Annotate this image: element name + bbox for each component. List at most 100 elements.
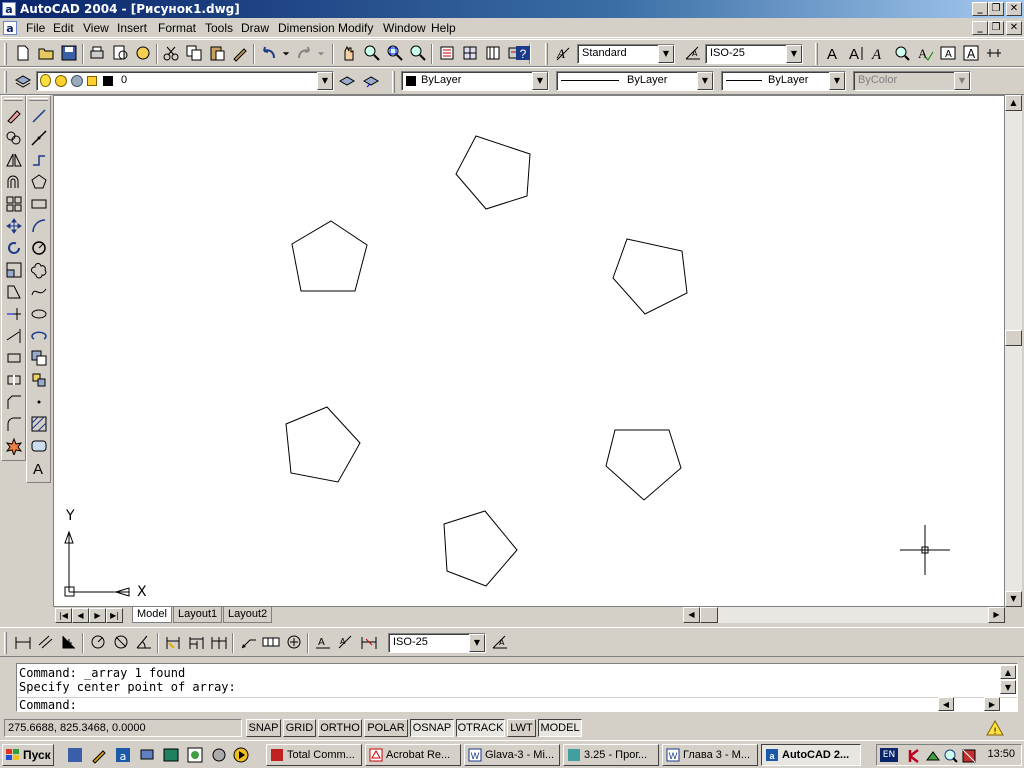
edit-text-icon[interactable]: A xyxy=(868,42,890,64)
toolbar-grip[interactable] xyxy=(545,43,548,65)
pan-realtime-icon[interactable] xyxy=(338,42,360,64)
drawing-area[interactable]: X Y xyxy=(53,95,1005,607)
menu-edit[interactable]: Edit xyxy=(53,21,74,35)
pentagon-top[interactable] xyxy=(455,135,531,210)
grid-toggle[interactable]: GRID xyxy=(283,719,316,737)
tray-disk-icon[interactable] xyxy=(961,748,977,764)
zoom-window-icon[interactable] xyxy=(384,42,406,64)
menu-help[interactable]: Help xyxy=(431,21,456,35)
command-scroll-down-button[interactable]: ▼ xyxy=(1000,680,1016,694)
fillet-icon[interactable] xyxy=(3,413,25,435)
task-glava3-word[interactable]: W Glava-3 - Mi... xyxy=(464,744,560,766)
dimension-text-edit-icon[interactable]: A xyxy=(335,631,357,653)
convert-distance-icon[interactable] xyxy=(983,42,1005,64)
otrack-toggle[interactable]: OTRACK xyxy=(456,719,505,737)
snap-toggle[interactable]: SNAP xyxy=(246,719,281,737)
title-bar[interactable]: a AutoCAD 2004 - [Рисунок1.dwg] _ ❐ ✕ xyxy=(0,0,1024,18)
text-style-icon[interactable]: A xyxy=(552,42,574,64)
linear-dimension-icon[interactable] xyxy=(12,631,34,653)
undo-dropdown-icon[interactable] xyxy=(281,42,291,64)
quick-launch-pen-icon[interactable] xyxy=(90,746,108,764)
horizontal-scroll-thumb[interactable] xyxy=(700,607,718,623)
menu-modify[interactable]: Modify xyxy=(338,21,373,35)
stretch-icon[interactable] xyxy=(3,281,25,303)
task-image-viewer[interactable]: 3.25 - Прог... xyxy=(563,744,659,766)
circle-icon[interactable] xyxy=(28,237,50,259)
tolerance-icon[interactable] xyxy=(260,631,282,653)
center-mark-icon[interactable] xyxy=(283,631,305,653)
autocad-app-icon[interactable]: a xyxy=(2,2,16,16)
pentagon-bottom[interactable] xyxy=(443,510,518,587)
continue-dimension-icon[interactable] xyxy=(208,631,230,653)
minimize-button[interactable]: _ xyxy=(972,2,988,16)
spell-check-icon[interactable]: A xyxy=(914,42,936,64)
find-text-icon[interactable] xyxy=(891,42,913,64)
tab-model[interactable]: Model xyxy=(132,607,172,623)
dimension-update-icon[interactable] xyxy=(358,631,380,653)
close-button[interactable]: ✕ xyxy=(1006,2,1022,16)
doc-close-button[interactable]: ✕ xyxy=(1006,21,1022,35)
chevron-down-icon[interactable]: ▼ xyxy=(658,45,674,63)
tab-layout2[interactable]: Layout2 xyxy=(223,607,273,623)
language-indicator[interactable]: EN xyxy=(880,748,898,762)
menu-file[interactable]: File xyxy=(26,21,45,35)
color-control-select[interactable]: ByLayer ▼ xyxy=(401,71,549,91)
search-icon[interactable] xyxy=(943,748,959,764)
text-scale-icon[interactable]: A xyxy=(937,42,959,64)
text-justify-icon[interactable]: A xyxy=(960,42,982,64)
toolbar-grip[interactable] xyxy=(392,71,395,93)
model-toggle[interactable]: MODEL xyxy=(538,719,582,737)
dimension-style-manager-icon[interactable]: A xyxy=(489,631,511,653)
layer-previous-icon[interactable] xyxy=(360,70,382,92)
lineweight-control-select[interactable]: ByLayer ▼ xyxy=(721,71,846,91)
text-style-select[interactable]: Standard ▼ xyxy=(577,44,675,64)
horizontal-scrollbar[interactable]: ◀ ▶ xyxy=(683,607,1005,623)
angular-dimension-icon[interactable] xyxy=(133,631,155,653)
vertical-scrollbar[interactable]: ▲ ▼ xyxy=(1005,95,1022,607)
ellipse-icon[interactable] xyxy=(28,303,50,325)
scroll-left-button[interactable]: ◀ xyxy=(683,607,700,623)
menu-view[interactable]: View xyxy=(83,21,109,35)
linetype-control-select[interactable]: ByLayer ▼ xyxy=(556,71,714,91)
save-icon[interactable] xyxy=(58,42,80,64)
move-icon[interactable] xyxy=(3,215,25,237)
menu-tools[interactable]: Tools xyxy=(205,21,233,35)
command-scroll-left-button[interactable]: ◀ xyxy=(938,697,954,711)
sun-icon[interactable] xyxy=(55,75,67,87)
toolbar-grip[interactable] xyxy=(4,98,23,101)
quick-launch-media-icon[interactable] xyxy=(232,746,250,764)
command-scroll-right-button[interactable]: ▶ xyxy=(984,697,1000,711)
quick-leader-icon[interactable] xyxy=(237,631,259,653)
task-acrobat-reader[interactable]: Acrobat Re... xyxy=(365,744,461,766)
print-icon[interactable] xyxy=(86,42,108,64)
menu-insert[interactable]: Insert xyxy=(117,21,147,35)
ordinate-dimension-icon[interactable] xyxy=(58,631,80,653)
pentagon-lower-right[interactable] xyxy=(605,429,682,501)
pentagon-upper-right[interactable] xyxy=(612,238,688,315)
chevron-down-icon[interactable]: ▼ xyxy=(317,72,333,90)
chevron-down-icon[interactable]: ▼ xyxy=(697,72,713,90)
design-center-icon[interactable] xyxy=(459,42,481,64)
start-button[interactable]: Пуск xyxy=(2,744,54,766)
extend-icon[interactable] xyxy=(3,325,25,347)
scroll-up-button[interactable]: ▲ xyxy=(1005,95,1022,111)
quick-launch-settings-icon[interactable] xyxy=(210,746,228,764)
menu-dimension[interactable]: Dimension xyxy=(278,21,335,35)
first-tab-button[interactable]: |◀ xyxy=(55,608,72,623)
rotate-icon[interactable] xyxy=(3,237,25,259)
polar-toggle[interactable]: POLAR xyxy=(364,719,408,737)
line-icon[interactable] xyxy=(28,105,50,127)
offset-icon[interactable] xyxy=(3,171,25,193)
dim-style-select[interactable]: ISO-25 ▼ xyxy=(705,44,803,64)
redo-icon[interactable] xyxy=(293,42,315,64)
explode-icon[interactable] xyxy=(3,435,25,457)
multiline-text-icon[interactable]: A xyxy=(822,42,844,64)
communication-center-icon[interactable]: ! xyxy=(986,719,1004,737)
arc-icon[interactable] xyxy=(28,215,50,237)
next-tab-button[interactable]: ▶ xyxy=(89,608,106,623)
dimension-style-select[interactable]: ISO-25 ▼ xyxy=(388,633,486,653)
paste-icon[interactable] xyxy=(206,42,228,64)
diameter-dimension-icon[interactable] xyxy=(110,631,132,653)
revision-cloud-icon[interactable] xyxy=(28,259,50,281)
vertical-scroll-thumb[interactable] xyxy=(1005,330,1022,346)
